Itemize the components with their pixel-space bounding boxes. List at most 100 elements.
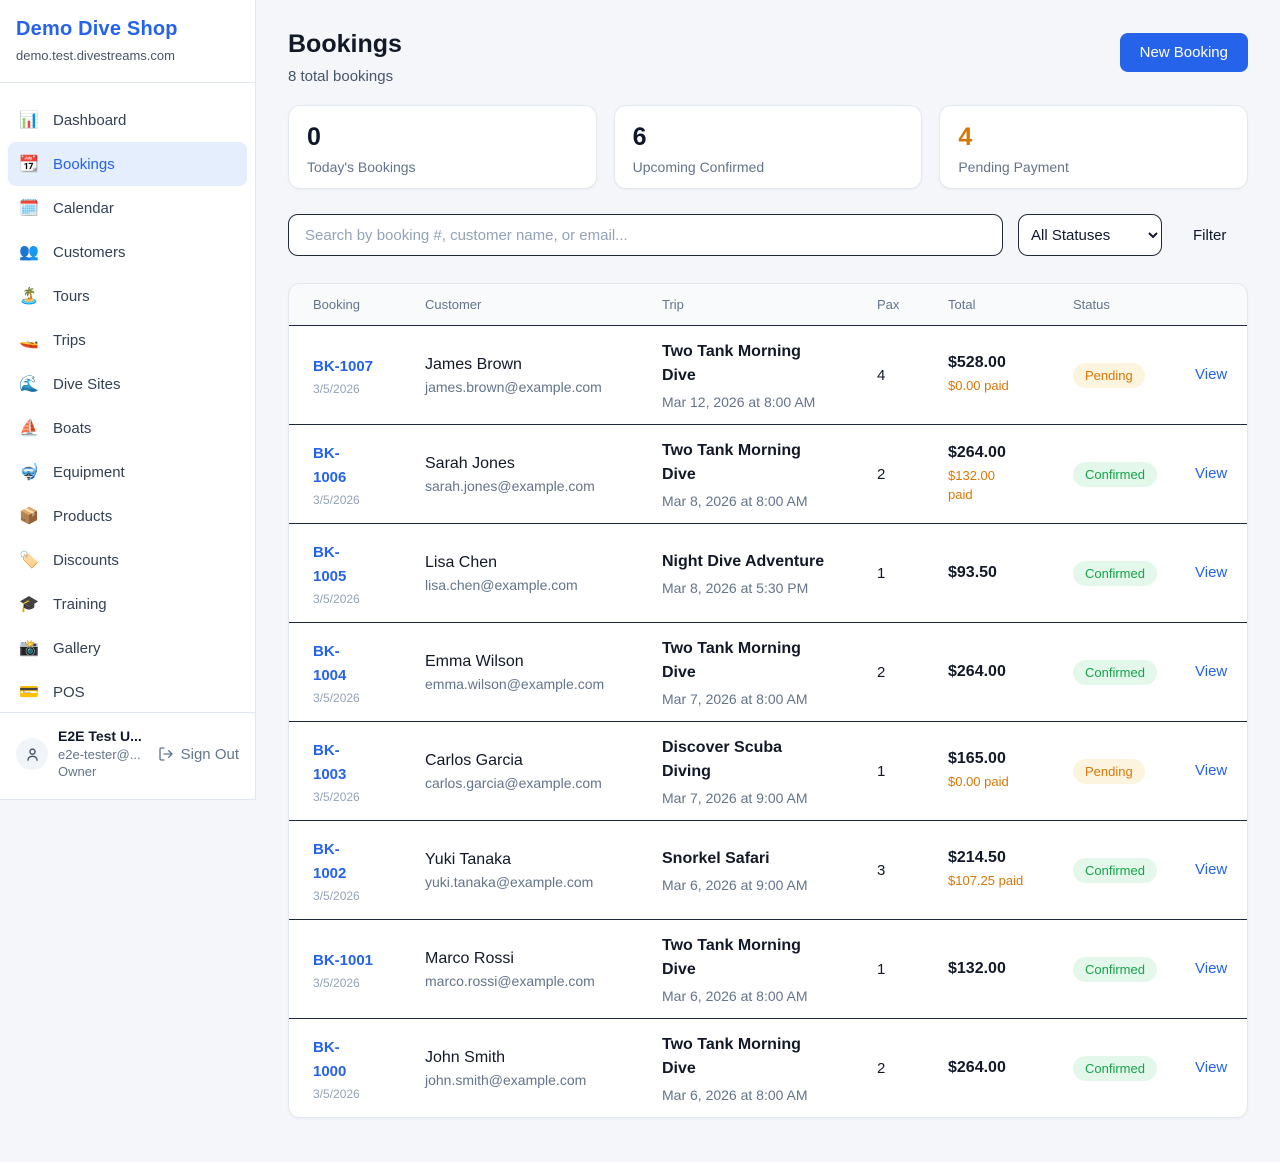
table-row: BK-1001 3/5/2026 Marco Rossi marco.rossi… [289,919,1247,1018]
sidebar-item-trips[interactable]: 🚤Trips [8,318,247,362]
user-role: Owner [58,763,142,781]
sidebar-item-equipment[interactable]: 🤿Equipment [8,450,247,494]
sidebar-item-calendar[interactable]: 🗓️Calendar [8,186,247,230]
status-badge: Pending [1073,363,1145,388]
total-amount: $264.00 [948,1059,1059,1077]
sidebar-item-label: Calendar [53,200,114,217]
trip-datetime: Mar 12, 2026 at 8:00 AM [662,394,863,410]
view-link[interactable]: View [1195,960,1227,977]
table-row: BK- 1004 3/5/2026 Emma Wilson emma.wilso… [289,622,1247,721]
stat-value: 6 [633,123,904,152]
sign-out-label: Sign Out [181,746,239,763]
trip-datetime: Mar 8, 2026 at 5:30 PM [662,580,863,596]
new-booking-button[interactable]: New Booking [1120,33,1248,72]
column-header-booking: Booking [289,297,425,312]
table-row: BK- 1003 3/5/2026 Carlos Garcia carlos.g… [289,721,1247,820]
view-link[interactable]: View [1195,465,1227,482]
table-row: BK-1007 3/5/2026 James Brown james.brown… [289,325,1247,424]
stat-label: Upcoming Confirmed [633,159,904,175]
stat-value: 4 [958,123,1229,152]
sidebar-item-label: Tours [53,288,90,305]
people-icon: 👥 [18,242,40,262]
booking-id-link[interactable]: BK-1001 [313,949,411,973]
column-header-pax: Pax [877,297,948,312]
view-link[interactable]: View [1195,762,1227,779]
customer-name: Sarah Jones [425,455,648,473]
sidebar: Demo Dive Shop demo.test.divestreams.com… [0,0,256,800]
credit-card-icon: 💳 [18,682,40,702]
booking-date: 3/5/2026 [313,790,411,804]
booking-date: 3/5/2026 [313,691,411,705]
customer-email: emma.wilson@example.com [425,676,648,692]
paid-amount: $0.00 paid [948,773,1059,792]
status-badge: Confirmed [1073,858,1157,883]
booking-id-link[interactable]: BK-1007 [313,355,411,379]
user-box: E2E Test U... e2e-tester@... Owner Sign … [0,712,255,799]
status-badge: Confirmed [1073,660,1157,685]
customer-email: john.smith@example.com [425,1072,648,1088]
total-amount: $528.00 [948,354,1059,372]
paid-amount: $107.25 paid [948,872,1059,891]
sidebar-item-boats[interactable]: ⛵Boats [8,406,247,450]
booking-id-link[interactable]: BK- 1004 [313,640,411,688]
sidebar-item-label: Trips [53,332,86,349]
page-subtitle: 8 total bookings [288,68,402,85]
sidebar-item-dashboard[interactable]: 📊Dashboard [8,98,247,142]
sidebar-item-pos[interactable]: 💳POS [8,670,247,714]
column-header-total: Total [948,297,1073,312]
filter-row: All Statuses Filter [288,214,1248,256]
sidebar-item-products[interactable]: 📦 Products [8,494,247,538]
table-body: BK-1007 3/5/2026 James Brown james.brown… [289,325,1247,1117]
total-amount: $214.50 [948,849,1059,867]
view-link[interactable]: View [1195,663,1227,680]
sidebar-item-label: Dive Sites [53,376,121,393]
package-icon: 📦 [18,506,40,526]
view-link[interactable]: View [1195,861,1227,878]
trip-name: Two Tank Morning Dive [662,439,863,487]
booking-id-link[interactable]: BK- 1003 [313,739,411,787]
search-input[interactable] [288,214,1003,256]
brand-header: Demo Dive Shop demo.test.divestreams.com [0,0,255,83]
booking-id-link[interactable]: BK- 1002 [313,838,411,886]
sidebar-item-bookings[interactable]: 📆Bookings [8,142,247,186]
sidebar-item-tours[interactable]: 🏝️Tours [8,274,247,318]
sidebar-item-discounts[interactable]: 🏷️Discounts [8,538,247,582]
sidebar-item-dive-sites[interactable]: 🌊Dive Sites [8,362,247,406]
sidebar-item-training[interactable]: 🎓Training [8,582,247,626]
customer-name: Marco Rossi [425,950,648,968]
sign-out-button[interactable]: Sign Out [158,746,239,763]
sidebar-item-customers[interactable]: 👥Customers [8,230,247,274]
sidebar-item-label: Boats [53,420,91,437]
booking-id-link[interactable]: BK- 1000 [313,1036,411,1084]
stat-upcoming-confirmed: 6 Upcoming Confirmed [614,105,923,189]
table-row: BK- 1005 3/5/2026 Lisa Chen lisa.chen@ex… [289,523,1247,622]
trip-name: Discover Scuba Diving [662,736,863,784]
table-header-row: Booking Customer Trip Pax Total Status [289,284,1247,325]
view-link[interactable]: View [1195,1059,1227,1076]
booking-date: 3/5/2026 [313,382,411,396]
sidebar-item-label: Products [53,508,112,525]
total-amount: $132.00 [948,960,1059,978]
shop-name: Demo Dive Shop [16,18,239,41]
sidebar-nav: 📊Dashboard📆Bookings🗓️Calendar👥Customers🏝… [0,83,255,714]
pax-count: 1 [877,961,948,978]
column-header-status: Status [1073,297,1195,312]
total-amount: $264.00 [948,663,1059,681]
view-link[interactable]: View [1195,564,1227,581]
total-amount: $165.00 [948,750,1059,768]
customer-name: Carlos Garcia [425,752,648,770]
booking-id-link[interactable]: BK- 1006 [313,442,411,490]
logout-icon [158,746,174,762]
sidebar-item-gallery[interactable]: 📸Gallery [8,626,247,670]
filter-button[interactable]: Filter [1193,227,1226,244]
user-name: E2E Test U... [58,727,142,746]
view-link[interactable]: View [1195,366,1227,383]
user-email: e2e-tester@... [58,746,142,764]
graduation-cap-icon: 🎓 [18,594,40,614]
page-header: Bookings 8 total bookings New Booking [288,30,1248,85]
status-select[interactable]: All Statuses [1018,214,1162,256]
trip-datetime: Mar 6, 2026 at 8:00 AM [662,988,863,1004]
pax-count: 1 [877,565,948,582]
booking-id-link[interactable]: BK- 1005 [313,541,411,589]
trip-datetime: Mar 6, 2026 at 9:00 AM [662,877,863,893]
